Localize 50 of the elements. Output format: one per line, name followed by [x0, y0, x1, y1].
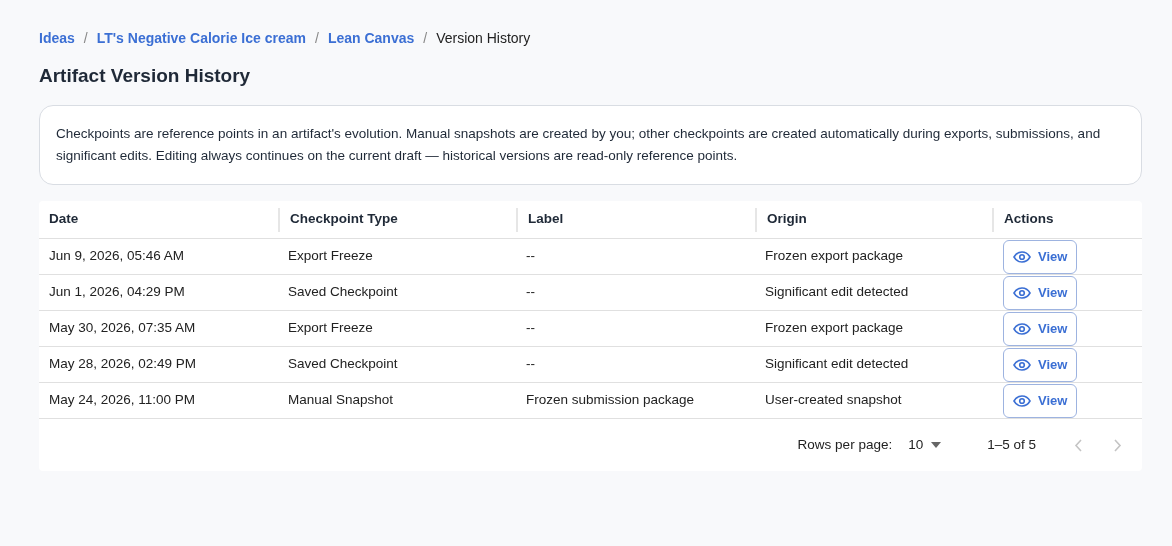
table-cell: Frozen export package — [765, 248, 904, 264]
table-cell: Jun 9, 2026, 05:46 AM — [49, 248, 185, 264]
eye-icon — [1013, 394, 1031, 407]
eye-icon — [1013, 322, 1031, 335]
breadcrumb-current: Version History — [436, 28, 531, 48]
view-button[interactable]: View — [1003, 311, 1078, 346]
table-cell: Frozen submission package — [526, 392, 695, 408]
table-cell: -- — [526, 284, 535, 300]
rows-per-page-select[interactable]: 10 — [908, 434, 942, 456]
table-cell: Significant edit detected — [765, 284, 909, 300]
eye-icon — [1013, 358, 1031, 371]
view-button[interactable]: View — [1003, 275, 1078, 310]
table-cell: May 24, 2026, 11:00 PM — [49, 392, 196, 408]
table-cell: Jun 1, 2026, 04:29 PM — [49, 284, 185, 300]
table-cell: Frozen export package — [765, 320, 904, 336]
column-header: Date — [49, 210, 79, 229]
column-header: Origin — [767, 210, 807, 229]
breadcrumb-separator: / — [423, 28, 428, 48]
view-button[interactable]: View — [1003, 383, 1078, 418]
column-header: Checkpoint Type — [290, 210, 398, 229]
table-cell: -- — [526, 248, 535, 264]
breadcrumb-separator: / — [315, 28, 319, 48]
table-cell: May 28, 2026, 02:49 PM — [49, 356, 197, 372]
chevron-left-icon — [1074, 438, 1082, 452]
table-cell: Manual Snapshot — [288, 392, 394, 408]
breadcrumb-link[interactable]: Lean Canvas — [327, 27, 415, 49]
caret-icon — [931, 442, 942, 448]
table-cell: User-created snapshot — [765, 392, 902, 408]
eye-icon — [1013, 250, 1031, 263]
table-cell: -- — [526, 356, 535, 372]
table-cell: -- — [526, 320, 535, 336]
table-cell: Saved Checkpoint — [288, 356, 398, 372]
breadcrumb-separator: / — [83, 28, 88, 48]
column-header: Label — [528, 210, 564, 229]
breadcrumb-link[interactable]: Ideas — [39, 27, 75, 49]
eye-icon — [1013, 286, 1031, 299]
table-cell: May 30, 2026, 07:35 AM — [49, 320, 196, 336]
page-title: Artifact Version History — [39, 64, 251, 88]
breadcrumb-link[interactable]: LT's Negative Calorie Ice cream — [96, 27, 306, 49]
info-text: Checkpoints are reference points in an artifact's evolution. Manual snapshots are created by you; other checkpoints are created automatically during exports, submissions, and significant edits. Editing always continues on the current draft — historical versions are read-only reference points. — [56, 125, 1102, 165]
page-range: 1–5 of 5 — [987, 435, 1036, 454]
view-button[interactable]: View — [1003, 239, 1078, 274]
table-cell: Significant edit detected — [765, 356, 909, 372]
chevron-right-icon — [1114, 438, 1122, 452]
rows-per-page-label: Rows per page: — [797, 435, 893, 454]
view-button[interactable]: View — [1003, 347, 1078, 382]
table-cell: Saved Checkpoint — [288, 284, 398, 300]
column-header: Actions — [1004, 210, 1054, 229]
table-cell: Export Freeze — [288, 320, 373, 336]
table-cell: Export Freeze — [288, 248, 373, 264]
